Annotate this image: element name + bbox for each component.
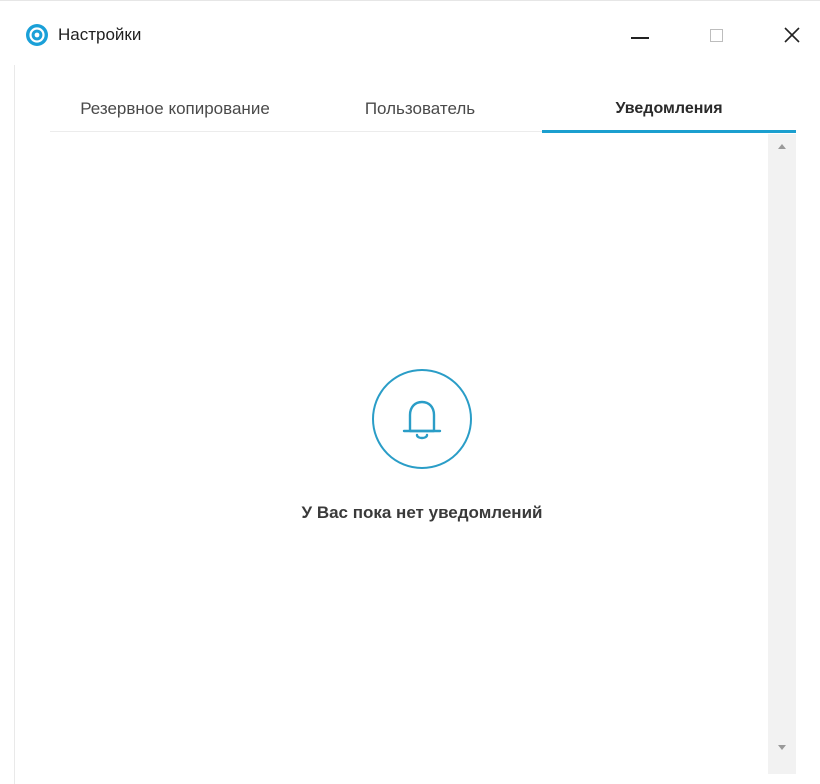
- scroll-up-icon[interactable]: [778, 144, 786, 149]
- tab-backup[interactable]: Резервное копирование: [50, 87, 300, 131]
- tab-label: Резервное копирование: [80, 99, 270, 118]
- tab-bar: Резервное копирование Пользователь Уведо…: [50, 87, 796, 133]
- vertical-scrollbar[interactable]: [768, 134, 796, 774]
- maximize-icon: [709, 28, 723, 42]
- scroll-down-icon[interactable]: [778, 745, 786, 750]
- window-divider: [14, 65, 15, 784]
- close-icon: [784, 27, 800, 43]
- empty-notifications-message: У Вас пока нет уведомлений: [301, 503, 543, 522]
- settings-window: Настройки Резервное копирование Пользова…: [0, 0, 820, 784]
- bell-icon: [372, 369, 472, 469]
- tab-label: Уведомления: [615, 100, 723, 117]
- minimize-button[interactable]: [618, 15, 662, 55]
- window-title: Настройки: [58, 25, 142, 44]
- tab-user[interactable]: Пользователь: [320, 87, 520, 131]
- maximize-button[interactable]: [694, 15, 738, 55]
- title-bar: Настройки: [0, 1, 820, 65]
- close-button[interactable]: [770, 15, 814, 55]
- tab-label: Пользователь: [364, 99, 476, 118]
- app-logo-icon: [26, 24, 48, 46]
- tab-notifications[interactable]: Уведомления: [542, 87, 796, 133]
- minimize-icon: [631, 37, 649, 39]
- active-tab-indicator: [542, 130, 796, 133]
